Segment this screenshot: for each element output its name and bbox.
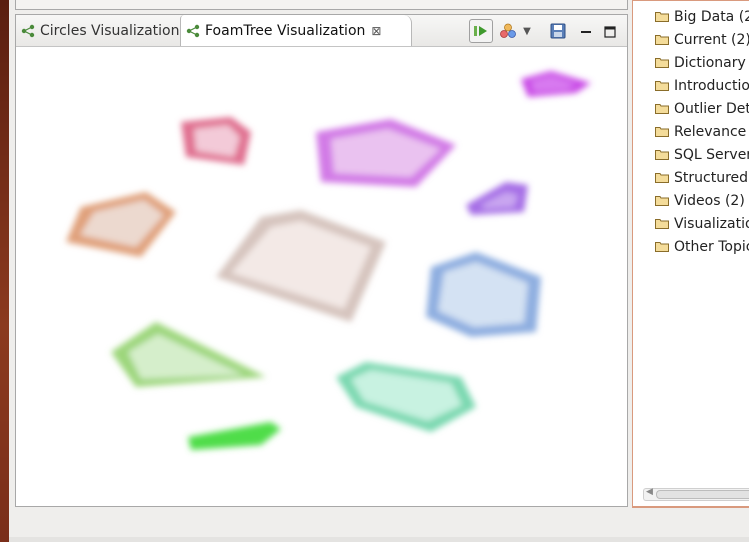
run-button[interactable]	[469, 19, 493, 43]
close-tab-icon[interactable]: ⊠	[371, 24, 381, 38]
shapes-icon	[500, 23, 516, 38]
maximize-button[interactable]	[603, 24, 617, 38]
folder-icon	[655, 104, 669, 114]
foam-cell[interactable]	[521, 71, 591, 97]
folder-icon	[655, 58, 669, 68]
desktop-edge	[0, 0, 9, 542]
tree-item[interactable]: Relevance f	[655, 120, 749, 143]
tree-item-label: Introductio	[674, 77, 749, 94]
panel-border	[632, 506, 749, 508]
minimize-icon	[581, 31, 591, 33]
foam-cell[interactable]	[316, 119, 456, 187]
tree-item-label: Videos (2)	[674, 192, 745, 209]
foam-cell[interactable]	[466, 182, 528, 215]
tree-item-label: Visualizatio	[674, 215, 749, 232]
topic-tree: Big Data (2) Current (2) Dictionary ( In…	[655, 5, 749, 258]
tree-item-label: SQL Server	[674, 146, 749, 163]
foam-cell[interactable]	[216, 210, 386, 322]
tree-item-label: Dictionary (	[674, 54, 749, 71]
folder-icon	[655, 173, 669, 183]
view-toolbar: ▼	[465, 19, 617, 43]
save-button[interactable]	[547, 20, 569, 42]
tree-item[interactable]: SQL Server	[655, 143, 749, 166]
maximize-icon	[604, 26, 616, 38]
folder-icon	[655, 127, 669, 137]
foamtree-visualization[interactable]	[16, 47, 627, 506]
shapes-button[interactable]	[497, 20, 519, 42]
folder-icon	[655, 12, 669, 22]
tree-item[interactable]: Outlier Det	[655, 97, 749, 120]
tab-foamtree-visualization[interactable]: FoamTree Visualization ⊠	[180, 15, 412, 46]
tab-foamtree-label: FoamTree Visualization	[205, 22, 366, 39]
run-icon	[474, 26, 487, 36]
tab-circles-label: Circles Visualization	[40, 23, 180, 39]
tree-item-label: Big Data (2)	[674, 8, 749, 25]
foam-cell[interactable]	[426, 252, 541, 337]
tree-item[interactable]: Visualizatio	[655, 212, 749, 235]
tree-item[interactable]: Videos (2)	[655, 189, 749, 212]
foam-cell[interactable]	[181, 117, 251, 165]
project-explorer-panel: Big Data (2) Current (2) Dictionary ( In…	[632, 0, 749, 508]
tree-item[interactable]: Structured	[655, 166, 749, 189]
visualization-icon	[21, 24, 35, 38]
visualization-icon	[186, 24, 200, 37]
folder-icon	[655, 150, 669, 160]
foamtree-canvas[interactable]	[16, 47, 627, 506]
tab-circles-visualization[interactable]: Circles Visualization	[18, 17, 186, 45]
foam-cell[interactable]	[111, 322, 266, 387]
folder-icon	[655, 242, 669, 252]
save-icon	[550, 23, 566, 39]
tree-item[interactable]: Other Topic	[655, 235, 749, 258]
tree-item[interactable]: Current (2)	[655, 28, 749, 51]
foam-cell[interactable]	[188, 422, 281, 450]
tab-bar: Circles Visualization FoamTree Visualiza…	[16, 15, 627, 47]
tree-item-label: Other Topic	[674, 238, 749, 255]
scrollbar-thumb[interactable]	[656, 490, 749, 499]
tree-item-label: Outlier Det	[674, 100, 749, 117]
view-menu-dropdown[interactable]: ▼	[521, 20, 533, 42]
folder-icon	[655, 219, 669, 229]
status-bar	[9, 537, 749, 542]
scroll-left-icon[interactable]: ◀	[646, 487, 653, 497]
tree-item[interactable]: Dictionary (	[655, 51, 749, 74]
folder-icon	[655, 35, 669, 45]
horizontal-scrollbar[interactable]: ◀	[643, 487, 749, 501]
folder-icon	[655, 196, 669, 206]
tree-item[interactable]: Big Data (2)	[655, 5, 749, 28]
upper-panel	[15, 0, 628, 10]
minimize-button[interactable]	[579, 24, 593, 38]
foam-cell[interactable]	[336, 362, 476, 432]
editor-area: Circles Visualization FoamTree Visualiza…	[15, 14, 628, 507]
foam-cell[interactable]	[66, 192, 176, 257]
tree-item-label: Current (2)	[674, 31, 749, 48]
folder-icon	[655, 81, 669, 91]
tree-item[interactable]: Introductio	[655, 74, 749, 97]
tree-item-label: Relevance f	[674, 123, 749, 140]
tree-item-label: Structured	[674, 169, 749, 186]
